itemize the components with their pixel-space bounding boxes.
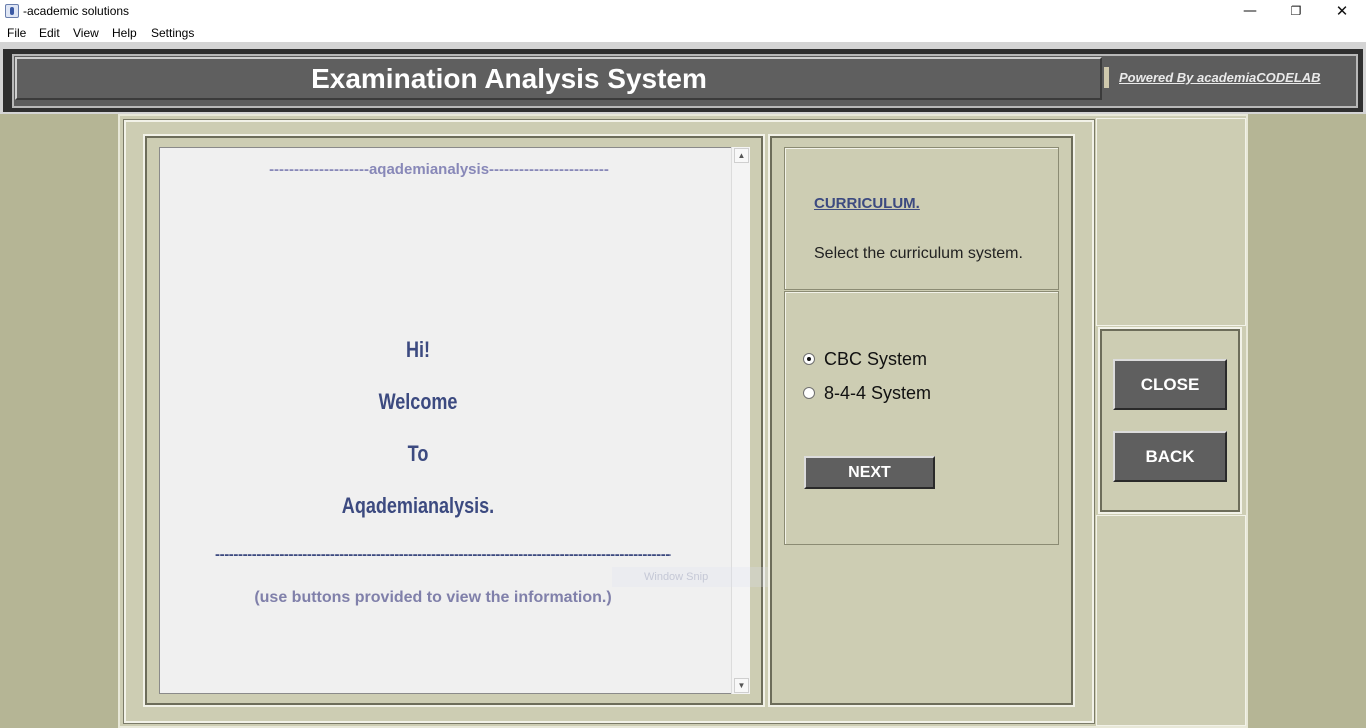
welcome-line-to: To [407,441,429,466]
menu-view[interactable]: View [73,26,99,40]
title-bar: -academic solutions — ❐ ✕ [0,0,1366,23]
welcome-line-hi: Hi! [405,337,431,362]
menu-edit[interactable]: Edit [39,26,60,40]
window-close-button[interactable]: ✕ [1319,0,1365,23]
vertical-scrollbar[interactable]: ▲ ▼ [731,147,750,694]
app-icon [5,4,19,18]
menu-help[interactable]: Help [112,26,137,40]
curriculum-description: Select the curriculum system. [814,245,1023,262]
title-panel: Examination Analysis System [15,57,1102,100]
action-button-panel [1098,327,1242,514]
action-column-bottom [1096,515,1246,726]
close-button[interactable]: CLOSE [1113,359,1227,410]
app-header: Examination Analysis System Powered By a… [0,42,1366,114]
scroll-up-arrow-icon[interactable]: ▲ [734,148,749,163]
radio-button[interactable] [803,387,815,399]
powered-by-divider [1104,67,1109,88]
welcome-line-appname: Aqademianalysis. [341,493,495,518]
menu-bar: File Edit View Help Settings [0,23,1366,42]
back-button[interactable]: BACK [1113,431,1227,482]
instruction-text: (use buttons provided to view the inform… [254,589,612,606]
next-button[interactable]: NEXT [804,456,935,489]
window-title: -academic solutions [23,4,130,18]
powered-by-link[interactable]: Powered By academiaCODELAB [1119,70,1321,85]
radio-label-844[interactable]: 8-4-4 System [824,383,931,404]
curriculum-heading: CURRICULUM. [814,195,920,212]
welcome-line-welcome: Welcome [378,389,458,414]
window-snip-overlay: Window Snip [612,567,784,587]
minimize-button[interactable]: — [1227,0,1273,23]
radio-label-cbc[interactable]: CBC System [824,349,927,370]
scroll-down-arrow-icon[interactable]: ▼ [734,678,749,693]
welcome-dash-header: --------------------aqademianalysis-----… [269,161,609,178]
menu-file[interactable]: File [7,26,26,40]
curriculum-options-box [784,291,1059,545]
curriculum-info-box [784,147,1059,290]
page-title: Examination Analysis System [311,63,707,94]
maximize-button[interactable]: ❐ [1273,0,1319,23]
radio-button-selected[interactable] [803,353,815,365]
menu-settings[interactable]: Settings [151,26,194,40]
welcome-dash-divider: ----------------------------------------… [215,546,671,560]
welcome-text-area[interactable] [159,147,750,694]
action-column-top [1096,118,1246,326]
